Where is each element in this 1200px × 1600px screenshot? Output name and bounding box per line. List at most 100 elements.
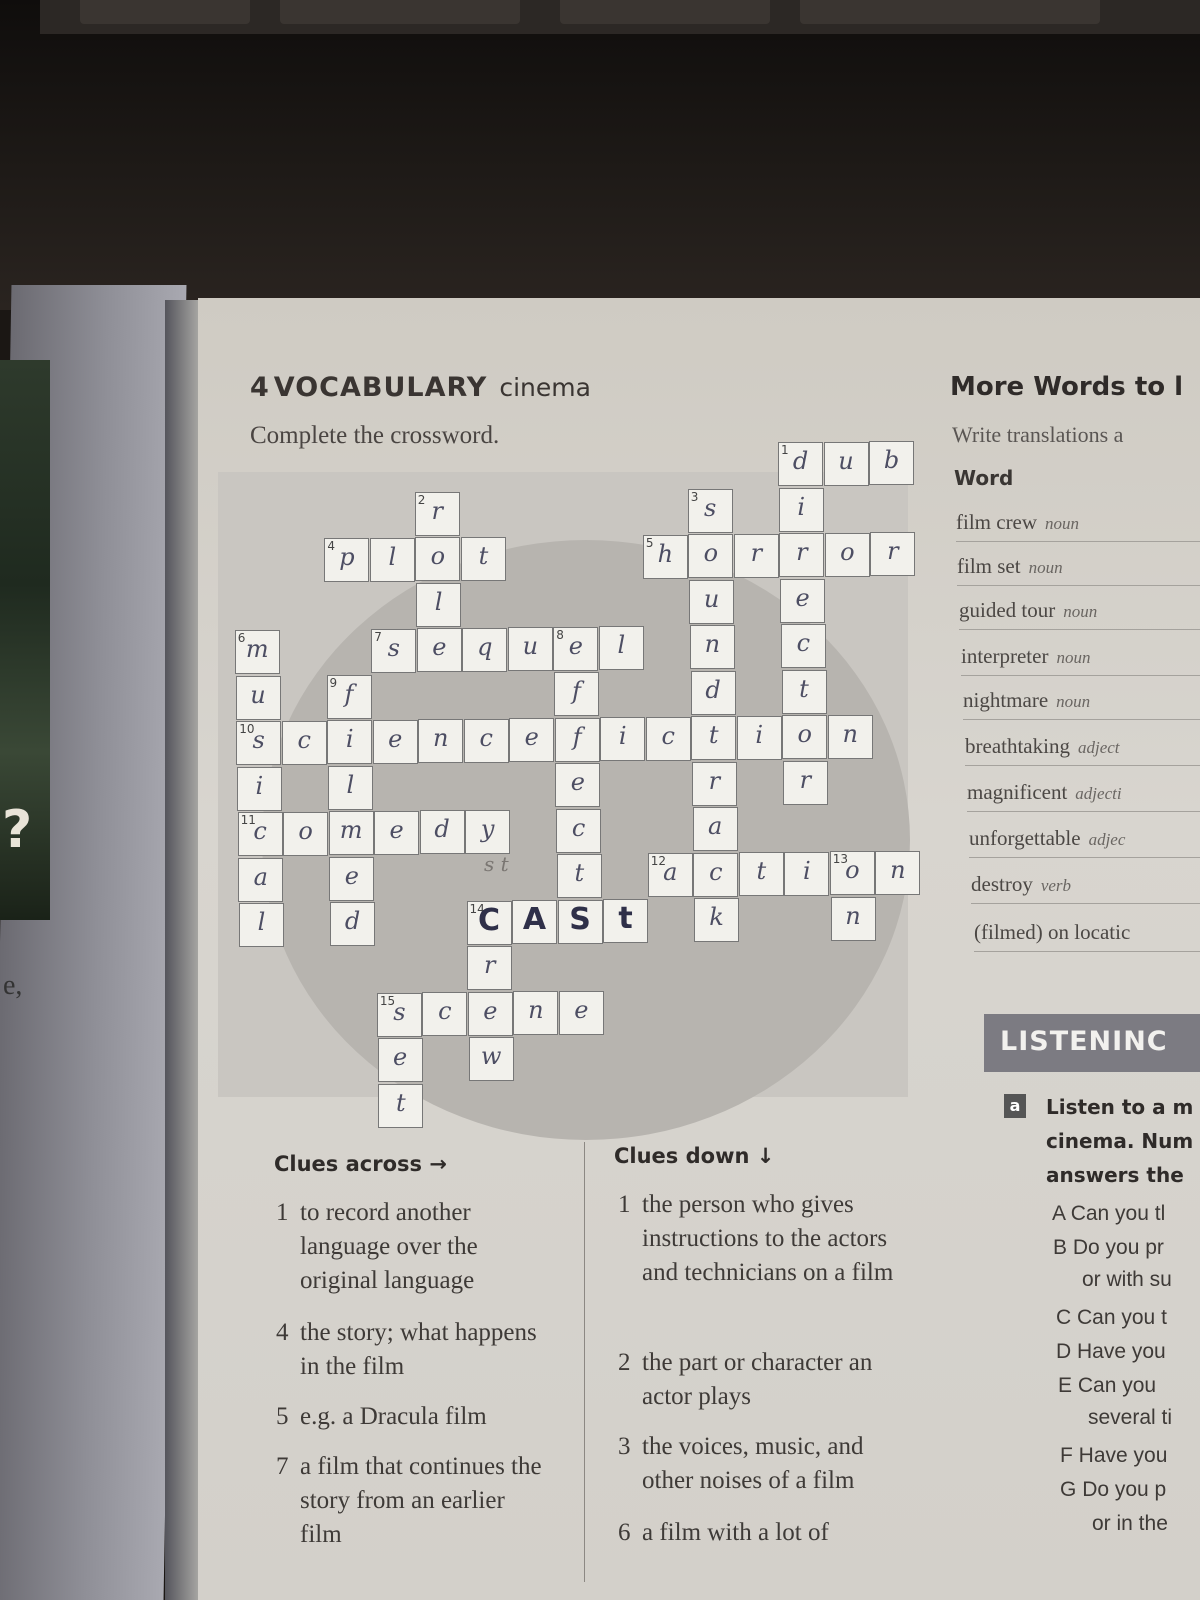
crossword-cell[interactable]: o: [782, 715, 828, 759]
crossword-cell[interactable]: o: [824, 532, 870, 577]
crossword-cell[interactable]: d: [690, 670, 736, 715]
crossword-cell[interactable]: 12 a: [647, 853, 693, 897]
crossword-cell[interactable]: d: [419, 810, 465, 854]
crossword-cell[interactable]: t: [603, 899, 648, 943]
crossword-cell[interactable]: n: [689, 625, 735, 669]
crossword-cell[interactable]: e: [555, 763, 601, 807]
crossword-cell[interactable]: f: [554, 672, 599, 716]
crossword-cell[interactable]: u: [823, 441, 869, 486]
crossword-cell[interactable]: e: [374, 810, 420, 855]
crossword-cell[interactable]: o: [688, 534, 734, 578]
crossword-cell[interactable]: e: [558, 990, 604, 1035]
crossword-cell[interactable]: y: [465, 809, 511, 854]
crossword-cell[interactable]: n: [827, 714, 873, 759]
crossword-cell[interactable]: a: [692, 807, 738, 851]
crossword-cell[interactable]: 3s: [687, 488, 733, 533]
crossword-cell[interactable]: t: [460, 536, 506, 581]
clue-number: 4: [276, 1319, 289, 1346]
crossword-cell[interactable]: l: [416, 582, 462, 627]
crossword-cell[interactable]: i: [784, 851, 830, 896]
crossword-cell[interactable]: S: [557, 899, 603, 944]
crossword-cell[interactable]: 5h: [642, 534, 688, 579]
crossword-cell[interactable]: 9f: [326, 674, 372, 719]
crossword-cell[interactable]: r: [870, 532, 916, 576]
crossword-cell[interactable]: e: [780, 578, 826, 623]
crossword-cell[interactable]: i: [600, 717, 646, 761]
crossword-cell[interactable]: A: [512, 900, 557, 944]
crossword-letter: c: [297, 725, 311, 754]
crossword-cell[interactable]: c: [556, 808, 602, 853]
crossword-cell[interactable]: 1d: [778, 442, 823, 486]
crossword-cell[interactable]: c: [780, 624, 826, 668]
clue-text: e.g. a Dracula film: [300, 1403, 487, 1430]
crossword-cell[interactable]: e: [509, 718, 555, 762]
crossword-cell[interactable]: r: [779, 533, 825, 577]
crossword-letter: c: [438, 997, 452, 1025]
crossword-cell[interactable]: 4p: [324, 538, 370, 582]
crossword-cell[interactable]: t: [556, 854, 602, 898]
crossword-cell[interactable]: o: [283, 811, 329, 856]
crossword-cell[interactable]: f: [554, 717, 600, 762]
crossword-cell[interactable]: w: [468, 1037, 514, 1081]
crossword-cell[interactable]: e: [372, 719, 418, 764]
crossword-cell[interactable]: 8e: [553, 626, 599, 671]
crossword-cell[interactable]: 15 s: [376, 992, 422, 1037]
crossword-cell[interactable]: i: [778, 487, 824, 532]
crossword-cell[interactable]: i: [236, 766, 282, 811]
crossword-cell[interactable]: u: [689, 579, 735, 624]
crossword-cell[interactable]: b: [869, 441, 914, 485]
crossword-cell[interactable]: n: [513, 991, 559, 1035]
crossword-cell[interactable]: 14 C: [466, 900, 512, 945]
crossword-cell[interactable]: e: [377, 1038, 423, 1082]
crossword-cell[interactable]: m: [328, 811, 374, 855]
crossword-cell[interactable]: o: [415, 537, 461, 581]
crossword-cell[interactable]: i: [736, 715, 782, 760]
crossword-cell[interactable]: n: [418, 719, 464, 763]
crossword-letter: r: [799, 765, 812, 794]
crossword-cell[interactable]: 6m: [234, 630, 280, 674]
crossword-cell[interactable]: e: [467, 991, 513, 1036]
crossword-cell[interactable]: t: [781, 669, 827, 714]
crossword-cell[interactable]: 2r: [414, 491, 460, 536]
crossword-cell[interactable]: c: [645, 716, 691, 761]
crossword-cell[interactable]: u: [235, 675, 281, 720]
crossword-cell[interactable]: u: [507, 627, 553, 671]
crossword-cell[interactable]: c: [693, 852, 739, 897]
crossword-cell[interactable]: i: [327, 720, 373, 764]
crossword-letter: t: [618, 901, 633, 936]
crossword-letter: r: [708, 766, 721, 795]
crossword-cell[interactable]: 13 o: [829, 851, 875, 895]
crossword-cell[interactable]: l: [598, 626, 644, 670]
crossword-cell[interactable]: r: [467, 946, 513, 990]
crossword-cell[interactable]: 7s: [371, 628, 417, 673]
crossword-letter: i: [255, 771, 264, 800]
crossword-cell[interactable]: a: [238, 857, 284, 902]
crossword-cell[interactable]: k: [694, 898, 739, 942]
crossword-cell[interactable]: q: [462, 627, 508, 672]
crossword-cell[interactable]: r: [691, 761, 737, 806]
crossword-cell[interactable]: c: [422, 992, 468, 1036]
crossword-cell[interactable]: l: [327, 765, 373, 810]
listening-title: LISTENINC: [1000, 1026, 1168, 1057]
crossword-cell[interactable]: r: [733, 533, 779, 578]
crossword-cell[interactable]: d: [330, 902, 375, 946]
crossword-cell[interactable]: r: [782, 760, 828, 805]
crossword-cell[interactable]: e: [329, 856, 375, 901]
word: unforgettable: [969, 826, 1081, 850]
crossword-cell[interactable]: t: [378, 1083, 424, 1128]
task-badge: a: [1004, 1094, 1026, 1118]
clue-number: 3: [618, 1433, 631, 1460]
crossword-cell[interactable]: c: [463, 718, 509, 763]
crossword-cell[interactable]: 10 s: [236, 721, 282, 765]
crossword-cell[interactable]: c: [281, 720, 327, 765]
crossword-cell[interactable]: n: [830, 896, 876, 941]
crossword-cell[interactable]: t: [691, 716, 737, 760]
crossword-cell[interactable]: 11 c: [237, 812, 283, 856]
crossword-cell[interactable]: l: [369, 537, 415, 582]
crossword-letter: o: [797, 720, 812, 748]
crossword-cell[interactable]: n: [875, 850, 921, 895]
word: interpreter: [961, 644, 1049, 668]
crossword-cell[interactable]: t: [738, 852, 784, 896]
crossword-cell[interactable]: l: [239, 903, 284, 947]
crossword-cell[interactable]: e: [416, 628, 462, 672]
